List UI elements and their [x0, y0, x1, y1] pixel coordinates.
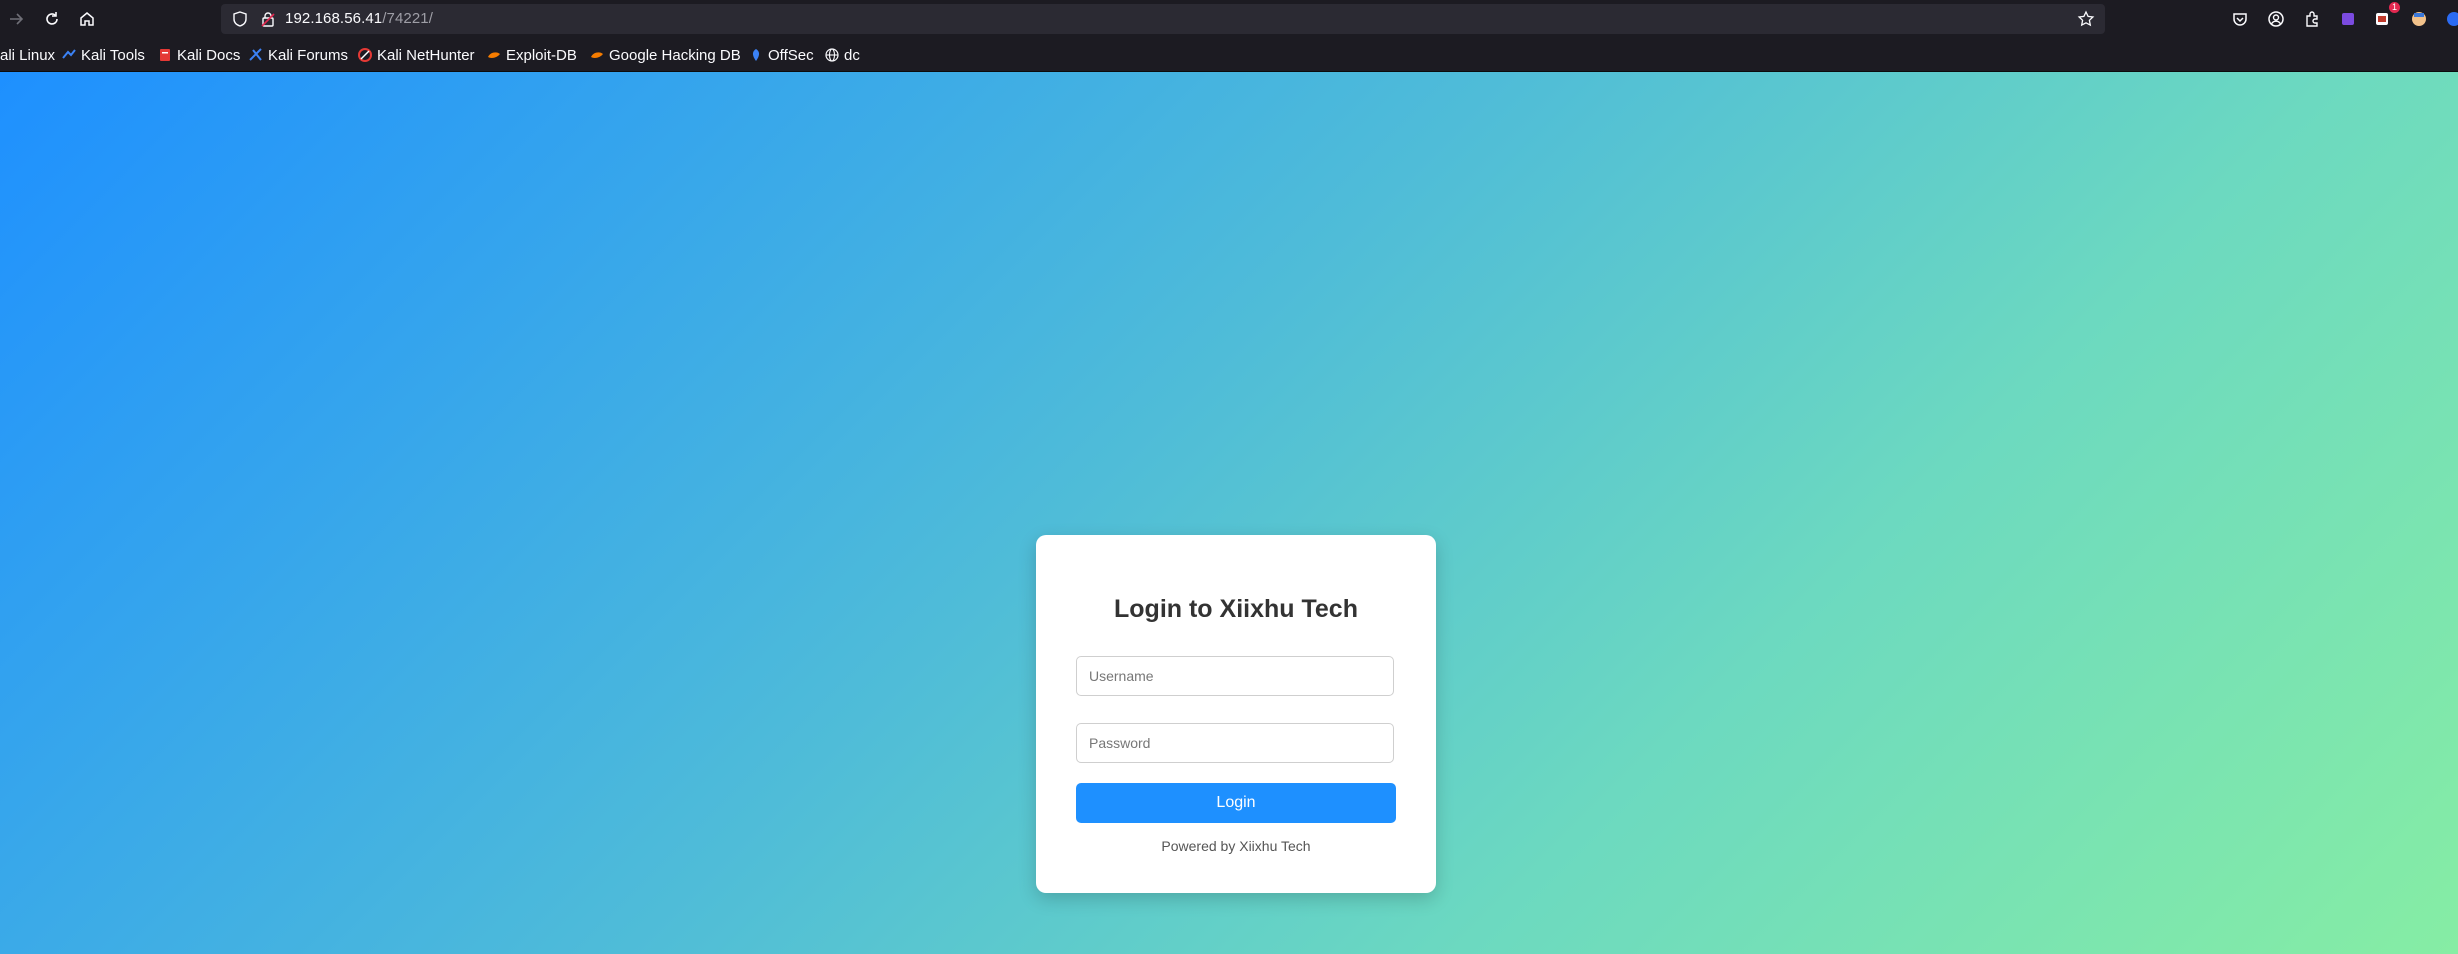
bookmark-kali-linux[interactable]: ali Linux: [0, 45, 55, 65]
bookmark-label: ali Linux: [0, 46, 56, 64]
kali-tools-icon: [62, 49, 76, 59]
exploit-db-icon: [488, 52, 500, 58]
globe-icon: [825, 48, 839, 62]
shield-icon[interactable]: [231, 10, 249, 28]
home-button[interactable]: [75, 7, 99, 31]
url-text[interactable]: 192.168.56.41/74221/: [285, 10, 433, 28]
powered-by-text: Powered by Xiixhu Tech: [1161, 838, 1311, 854]
account-icon: [2268, 11, 2284, 27]
bookmark-label: Kali NetHunter: [377, 46, 475, 64]
puzzle-icon: [2306, 11, 2318, 27]
pocket-icon: [2233, 13, 2247, 26]
bookmark-label: dc: [844, 46, 860, 64]
bookmark-label: Kali Tools: [81, 46, 145, 64]
bookmark-label: OffSec: [768, 46, 814, 64]
bookmarks-bar: ali Linux Kali Tools Kali Docs Kali Foru…: [0, 38, 2458, 72]
extension-face-icon: [2412, 12, 2426, 26]
offsec-icon: [752, 49, 760, 61]
reload-icon: [46, 12, 58, 25]
account-button[interactable]: [2264, 7, 2288, 31]
extension-red-icon: [2376, 13, 2388, 25]
url-host: 192.168.56.41: [285, 10, 383, 27]
extension-button-4[interactable]: [2442, 7, 2458, 31]
address-bar[interactable]: 192.168.56.41/74221/: [221, 4, 2105, 34]
forward-button[interactable]: [4, 7, 28, 31]
kali-docs-icon: [160, 49, 170, 61]
arrow-right-icon: [10, 13, 24, 25]
bookmark-google-hacking-db[interactable]: Google Hacking DB: [590, 45, 741, 65]
bookmark-dc[interactable]: dc: [825, 45, 860, 65]
login-title: Login to Xiixhu Tech: [1114, 595, 1358, 623]
bookmark-label: Exploit-DB: [506, 46, 577, 64]
page-background: Login to Xiixhu Tech Login Powered by Xi…: [0, 72, 2458, 954]
bookmark-kali-forums[interactable]: Kali Forums: [249, 45, 348, 65]
bookmark-label: Kali Docs: [177, 46, 241, 64]
kali-forums-icon: [249, 48, 262, 61]
extension-blue-icon: [2447, 12, 2458, 26]
bookmark-kali-docs[interactable]: Kali Docs: [158, 45, 240, 65]
bookmark-label: Google Hacking DB: [609, 46, 741, 64]
home-icon: [80, 12, 94, 26]
login-button[interactable]: Login: [1076, 783, 1396, 823]
nethunter-icon: [358, 48, 372, 62]
extension-button-3[interactable]: [2407, 7, 2431, 31]
url-path: /74221/: [382, 10, 433, 27]
extension-badge: 1: [2388, 2, 2400, 13]
pocket-button[interactable]: [2228, 7, 2252, 31]
bookmark-kali-nethunter[interactable]: Kali NetHunter: [358, 45, 475, 65]
extension-button-1[interactable]: [2336, 7, 2360, 31]
extension-button-2[interactable]: 1: [2370, 2, 2400, 31]
insecure-lock-icon[interactable]: [259, 10, 277, 28]
extensions-button[interactable]: [2300, 7, 2324, 31]
password-input[interactable]: [1076, 723, 1394, 763]
bookmark-label: Kali Forums: [268, 46, 349, 64]
ghdb-icon: [591, 52, 603, 58]
bookmark-offsec[interactable]: OffSec: [749, 45, 814, 65]
extension-purple-icon: [2342, 13, 2354, 25]
browser-toolbar: 192.168.56.41/74221/ 1: [0, 0, 2458, 38]
login-card: Login to Xiixhu Tech Login Powered by Xi…: [1036, 535, 1436, 893]
username-input[interactable]: [1076, 656, 1394, 696]
bookmark-kali-tools[interactable]: Kali Tools: [62, 45, 145, 65]
bookmark-star-icon[interactable]: [2077, 10, 2095, 28]
reload-button[interactable]: [40, 7, 64, 31]
bookmark-exploit-db[interactable]: Exploit-DB: [487, 45, 577, 65]
